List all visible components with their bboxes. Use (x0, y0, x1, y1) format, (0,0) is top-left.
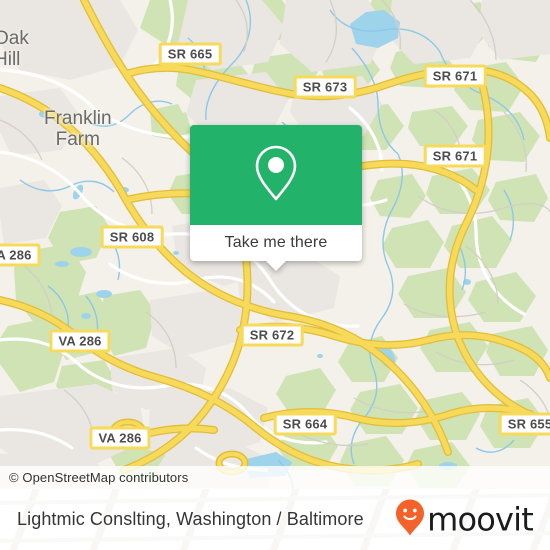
moovit-pin-smile-icon (395, 498, 425, 541)
road-shield-label: SR 655 (507, 416, 550, 432)
popup-header (190, 125, 362, 225)
place-label-line: Farm (55, 129, 100, 150)
road-shield: VA 286 (49, 329, 111, 353)
place-label-line: Franklin (44, 108, 112, 129)
moovit-logo[interactable]: moovit (395, 498, 534, 541)
road-shield-label: VA 286 (58, 333, 102, 349)
road-shield-label: SR 673 (302, 79, 348, 95)
road-shield-label: SR 665 (167, 46, 213, 62)
road-shield: SR 672 (240, 323, 304, 347)
road-shield-label: SR 664 (282, 416, 328, 432)
road-shield: SR 671 (423, 64, 487, 88)
map-screenshot: Oak Hill Franklin Farm SR 665 SR 673 SR 67… (0, 0, 550, 550)
page-title: Lightmic Conslting, Washington / Baltimo… (17, 509, 364, 529)
road-shield: SR 673 (293, 75, 357, 99)
popup-action-row[interactable]: Take me there (190, 225, 362, 271)
place-label-franklin-farm: Franklin Farm (44, 108, 112, 150)
attribution-text[interactable]: © OpenStreetMap contributors (9, 470, 188, 485)
road-shield: SR 664 (273, 412, 337, 436)
moovit-wordmark: moovit (427, 500, 534, 539)
road-shield-label: SR 671 (432, 148, 478, 164)
road-shield-label: VA 286 (0, 247, 32, 263)
place-label-line: Oak (0, 28, 29, 49)
take-me-there-popup[interactable]: Take me there (190, 125, 362, 271)
road-shield: SR 665 (158, 42, 222, 66)
road-shield-label: VA 286 (98, 430, 142, 446)
map-pin-icon (253, 144, 299, 207)
footer-bar: Lightmic Conslting, Washington / Baltimo… (0, 489, 550, 550)
road-shield: SR 655 (498, 412, 550, 436)
place-label-line: Hill (0, 49, 21, 70)
road-shield: VA 286 (0, 243, 41, 267)
road-shield-label: SR 671 (432, 68, 478, 84)
place-label-oak-hill: Oak Hill (0, 28, 29, 70)
map-attribution-bar: © OpenStreetMap contributors (0, 466, 550, 489)
road-shield: SR 671 (423, 144, 487, 168)
popup-tail-icon (265, 260, 287, 271)
take-me-there-label: Take me there (224, 234, 328, 251)
road-shield: VA 286 (89, 426, 151, 450)
road-shield: SR 608 (100, 225, 164, 249)
road-shield-label: SR 672 (249, 327, 295, 343)
road-shield-label: SR 608 (109, 229, 155, 245)
